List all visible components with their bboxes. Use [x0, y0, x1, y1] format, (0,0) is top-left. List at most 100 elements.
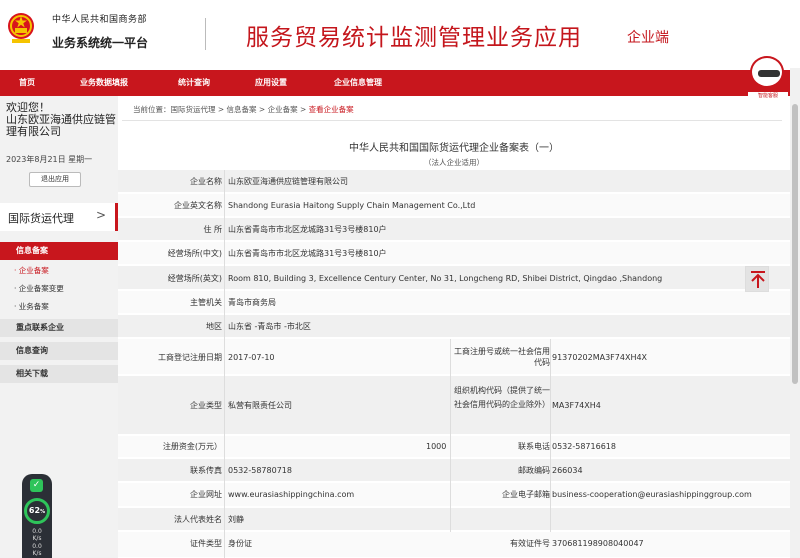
nav-data-entry[interactable]: 业务数据填报	[80, 70, 128, 96]
arrow-up-icon	[751, 271, 765, 288]
nav-statistics-query[interactable]: 统计查询	[178, 70, 210, 96]
breadcrumb-path[interactable]: 国际货运代理 > 信息备案 > 企业备案 >	[171, 105, 309, 114]
name-label: 企业名称	[190, 177, 222, 186]
check-icon: ✓	[30, 479, 43, 492]
biz-cn-label: 经营场所(中文)	[167, 249, 222, 258]
download-speed: 0.0	[32, 543, 42, 550]
main-nav: 首页 业务数据填报 统计查询 应用设置 企业信息管理	[0, 70, 790, 96]
table-row: 企业类型 私营有限责任公司 组织机构代码（提供了统一社会信用代码的企业除外） M…	[118, 376, 790, 435]
speed-gauge: 62%	[24, 498, 50, 524]
address-label: 住 所	[203, 225, 222, 234]
sidebar-item-label: 国际货运代理	[8, 212, 74, 225]
zip-label: 邮政编码	[518, 466, 550, 475]
table-row: 联系传真 0532-58780718 邮政编码 266034	[118, 459, 790, 482]
authority-value: 青岛市商务局	[228, 298, 276, 307]
website-value[interactable]: www.eurasiashippingchina.com	[228, 489, 354, 500]
org-code-label: 组织机构代码（提供了统一社会信用代码的企业除外）	[454, 386, 550, 409]
logout-button[interactable]: 退出应用	[29, 172, 81, 187]
menu-enterprise-record[interactable]: · 企业备案	[14, 265, 49, 276]
robot-label: 智能客服	[748, 92, 788, 99]
email-label: 企业电子邮箱	[502, 490, 550, 499]
network-speed-widget[interactable]: ✓ 62% 0.0 K/s 0.0 K/s	[22, 474, 52, 558]
rep-value: 刘静	[228, 515, 244, 524]
menu-key-contact[interactable]: 重点联系企业	[0, 319, 118, 337]
biz-cn-value: 山东省青岛市市北区龙城路31号3号楼810户	[228, 249, 387, 258]
table-row: 法人代表姓名 刘静	[118, 508, 790, 531]
nav-home[interactable]: 首页	[19, 70, 35, 96]
rep-label: 法人代表姓名	[174, 515, 222, 524]
en-name-label: 企业英文名称	[174, 201, 222, 210]
capital-value: 1000	[426, 442, 447, 451]
biz-en-label: 经营场所(英文)	[167, 274, 222, 283]
nav-app-settings[interactable]: 应用设置	[255, 70, 287, 96]
nav-enterprise-info[interactable]: 企业信息管理	[334, 70, 382, 96]
region-label: 地区	[206, 322, 222, 331]
column-divider	[224, 170, 225, 558]
biz-en-value: Room 810, Building 3, Excellence Century…	[228, 274, 663, 283]
national-emblem-icon	[8, 13, 34, 43]
name-value: 山东欧亚海通供应链管理有限公司	[228, 177, 348, 186]
menu-business-record[interactable]: · 业务备案	[14, 301, 49, 312]
id-no-label: 有效证件号	[510, 539, 550, 548]
company-name: 山东欧亚海通供应链管理有限公司	[6, 113, 116, 138]
upload-speed-unit: K/s	[32, 535, 42, 542]
app-subtitle: 企业端	[627, 30, 669, 46]
breadcrumb: 当前位置：国际货运代理 > 信息备案 > 企业备案 > 查看企业备案	[133, 104, 354, 115]
header-divider	[205, 18, 206, 50]
reg-no-value: 91370202MA3F74XH4X	[552, 353, 648, 362]
column-divider	[450, 339, 451, 532]
menu-info-query[interactable]: 信息查询	[0, 342, 118, 360]
column-divider	[550, 339, 551, 532]
menu-downloads[interactable]: 相关下载	[0, 365, 118, 383]
back-to-top-button[interactable]	[745, 266, 769, 292]
gov-name: 中华人民共和国商务部	[52, 15, 148, 25]
region-value: 山东省 -青岛市 -市北区	[228, 322, 311, 331]
platform-name: 业务系统统一平台	[52, 36, 149, 50]
table-row: 住 所 山东省青岛市市北区龙城路31号3号楼810户	[118, 218, 790, 241]
form-subtitle: （法人企业适用）	[424, 158, 484, 167]
menu-info-record[interactable]: 信息备案	[0, 242, 118, 260]
id-type-value: 身份证	[228, 539, 252, 548]
sidebar-item-freight-agent[interactable]: 国际货运代理 >	[0, 203, 118, 231]
id-type-label: 证件类型	[190, 539, 222, 548]
table-row: 企业网址 www.eurasiashippingchina.com 企业电子邮箱…	[118, 483, 790, 507]
robot-icon	[750, 56, 784, 88]
table-row: 地区 山东省 -青岛市 -市北区	[118, 315, 790, 338]
welcome-text: 欢迎您！ 山东欧亚海通供应链管理有限公司	[6, 102, 116, 138]
address-value: 山东省青岛市市北区龙城路31号3号楼810户	[228, 225, 387, 234]
phone-value: 0532-58716618	[552, 442, 616, 451]
capital-label: 注册资金(万元）	[162, 442, 222, 451]
phone-label: 联系电话	[518, 442, 550, 451]
header: 中华人民共和国商务部 业务系统统一平台 服务贸易统计监测管理业务应用 企业端	[0, 0, 800, 68]
reg-date-value: 2017-07-10	[228, 353, 275, 362]
table-row: 企业英文名称 Shandong Eurasia Haitong Supply C…	[118, 194, 790, 217]
current-date: 2023年8月21日 星期一	[6, 155, 93, 164]
smart-service-robot[interactable]: 智能客服	[748, 52, 788, 104]
download-speed-unit: K/s	[32, 550, 42, 557]
menu-enterprise-record-change[interactable]: · 企业备案变更	[14, 283, 64, 294]
website-label: 企业网址	[190, 490, 222, 499]
table-row: 注册资金(万元） 1000 联系电话 0532-58716618	[118, 436, 790, 458]
fax-value: 0532-58780718	[228, 466, 292, 475]
upload-speed: 0.0	[32, 528, 42, 535]
table-row: 企业名称 山东欧亚海通供应链管理有限公司	[118, 170, 790, 193]
type-label: 企业类型	[190, 401, 222, 410]
app-title: 服务贸易统计监测管理业务应用	[246, 25, 582, 51]
divider	[122, 120, 782, 121]
en-name-value: Shandong Eurasia Haitong Supply Chain Ma…	[228, 201, 476, 210]
reg-no-label: 工商注册号或统一社会信用代码	[454, 347, 550, 367]
email-value[interactable]: business-cooperation@eurasiashippinggrou…	[552, 489, 752, 500]
org-code-value: MA3F74XH4	[552, 401, 601, 410]
table-row: 主管机关 青岛市商务局	[118, 291, 790, 314]
breadcrumb-prefix: 当前位置：	[133, 105, 171, 114]
scrollbar-thumb[interactable]	[792, 104, 798, 384]
zip-value: 266034	[552, 466, 583, 475]
reg-date-label: 工商登记注册日期	[158, 353, 222, 362]
table-row: 经营场所(英文) Room 810, Building 3, Excellenc…	[118, 266, 790, 290]
id-no-value: 370681198908040047	[552, 539, 644, 548]
authority-label: 主管机关	[190, 298, 222, 307]
form-title: 中华人民共和国国际货运代理企业备案表（一）	[349, 143, 559, 154]
breadcrumb-current: 查看企业备案	[308, 105, 354, 114]
type-value: 私营有限责任公司	[228, 401, 292, 410]
table-row: 证件类型 身份证 有效证件号 370681198908040047	[118, 532, 790, 558]
